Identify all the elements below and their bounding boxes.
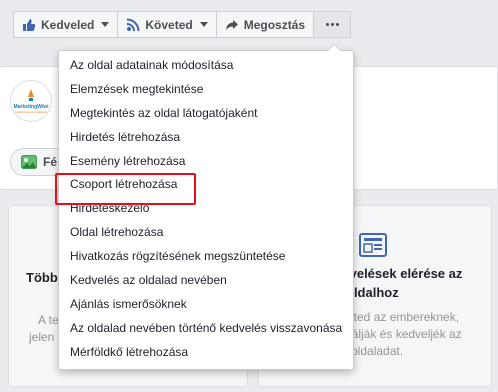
menu-item-create-ad[interactable]: Hirdetés létrehozása [59, 126, 353, 150]
share-button[interactable]: Megosztás [215, 11, 315, 38]
more-options-button[interactable] [313, 11, 352, 38]
highlight-annotation-box [55, 173, 196, 205]
photo-button-label: Fé [43, 155, 58, 169]
lightbulb-icon [28, 89, 34, 101]
menu-item-unpin-shortcut[interactable]: Hivatkozás rögzítésének megszüntetése [59, 245, 353, 269]
right-panel-title-1: lvelések elérése az [346, 266, 463, 281]
menu-item-view-as-visitor[interactable]: Megtekintés az oldal látogatójaként [59, 102, 353, 126]
like-button[interactable]: Kedveled [13, 11, 119, 38]
menu-item-edit-page-info[interactable]: Az oldal adatainak módosítása [59, 54, 353, 78]
menu-item-create-event[interactable]: Esemény létrehozása [59, 150, 353, 174]
rss-icon [126, 18, 140, 32]
page-avatar[interactable]: MarketingWiwi marketingkommunikáció [10, 80, 52, 122]
page-layout-icon [359, 233, 387, 257]
more-options-menu: Az oldal adatainak módosítása Elemzések … [58, 44, 354, 370]
follow-button-label: Követed [145, 17, 193, 32]
left-panel-text-2: jelen [29, 330, 55, 344]
more-dots-icon [325, 23, 339, 26]
right-panel-text-1: eted az embereknek, [347, 310, 460, 324]
menu-item-like-as-page[interactable]: Kedvelés az oldalad nevében [59, 269, 353, 293]
chevron-down-icon [199, 22, 208, 27]
like-button-label: Kedveled [41, 17, 95, 32]
share-arrow-icon [225, 18, 239, 32]
menu-item-suggest-to-friends[interactable]: Ajánlás ismerősöknek [59, 293, 353, 317]
share-button-label: Megosztás [243, 17, 306, 32]
photo-icon [21, 155, 37, 169]
logo-sub-text: marketingkommunikáció [14, 110, 48, 114]
follow-button[interactable]: Követed [117, 11, 217, 38]
left-panel-title: Több [26, 270, 58, 285]
menu-item-create-page[interactable]: Oldal létrehozása [59, 221, 353, 245]
menu-item-view-insights[interactable]: Elemzések megtekintése [59, 78, 353, 102]
menu-item-unlike-as-page[interactable]: Az oldalad nevében történő kedvelés viss… [59, 317, 353, 341]
chevron-down-icon [101, 22, 110, 27]
right-panel-text-3: oldaladat. [351, 344, 404, 358]
left-panel-text-1: A te [38, 313, 59, 327]
menu-item-create-milestone[interactable]: Mérföldkő létrehozása [59, 341, 353, 365]
page-action-toolbar: Kedveled Követed Megosztás [13, 11, 352, 38]
thumbs-up-icon [22, 18, 36, 32]
right-panel-text-2: lálják és kedveljék az [349, 327, 462, 341]
